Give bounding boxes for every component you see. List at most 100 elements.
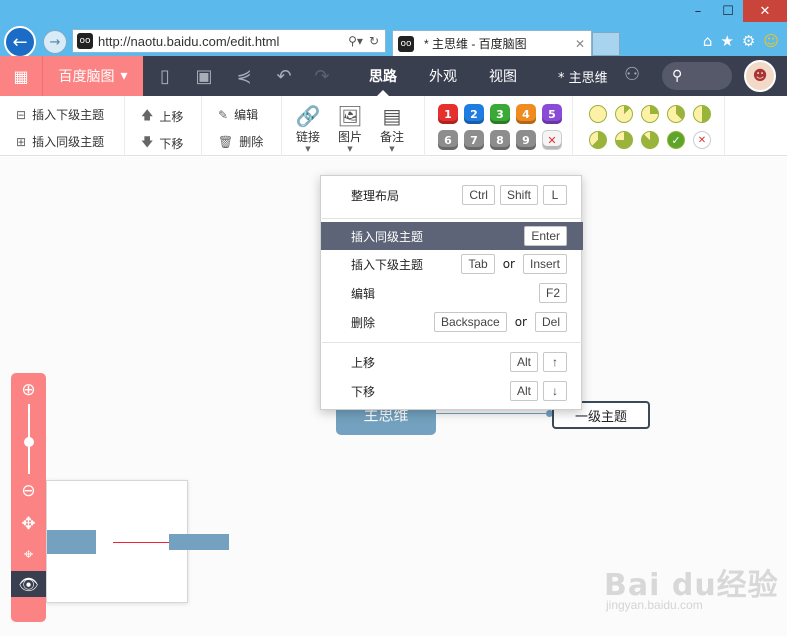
note-button[interactable]: ▤ 备注 ▼ [374,104,410,153]
eye-icon[interactable]: 👁 [11,571,46,597]
brand-menu[interactable]: 百度脑图 ▾ [42,56,143,96]
priority-9-button[interactable]: 9 [516,130,536,150]
gear-icon[interactable]: ⚙ [742,32,755,50]
watermark-site: jingyan.baidu.com [606,598,703,612]
smiley-icon[interactable]: ☺ [763,32,779,50]
link-button[interactable]: 🔗 链接 ▼ [290,104,326,153]
zoom-slider-handle[interactable] [24,437,34,447]
grid-icon: ▦ [13,66,29,86]
progress-2-icon[interactable] [641,105,659,123]
check-icon[interactable]: ✓ [667,131,685,149]
priority-4-button[interactable]: 4 [516,104,536,124]
progress-4-icon[interactable] [693,105,711,123]
menu-item-delete[interactable]: 删除 Backspace or Del [321,308,583,336]
browser-toolbar: ⌂ ★ ⚙ ☺ [703,32,779,50]
tab-close-icon[interactable]: ✕ [575,37,591,51]
browser-tab[interactable]: oo * 主思维 - 百度脑图 ✕ [392,30,592,56]
user-share-icon[interactable]: ⚇ [624,64,640,85]
url-text[interactable]: http://naotu.baidu.com/edit.html [98,34,348,49]
tab-title: * 主思维 - 百度脑图 [424,37,527,51]
progress-3-icon[interactable] [667,105,685,123]
star-icon[interactable]: ★ [720,32,733,50]
app-menu-button[interactable]: ▦ [0,56,42,96]
insert-child-button[interactable]: ⊟ 插入下级主题 [16,106,104,123]
priority-6-button[interactable]: 6 [438,130,458,150]
progress-1-icon[interactable] [615,105,633,123]
zoom-in-icon[interactable]: ⊕ [11,378,46,402]
shortcut-key: ↓ [543,381,567,401]
shortcut-key: Alt [509,381,538,401]
insert-sibling-icon: ⊞ [16,134,27,149]
arrow-right-icon: → [49,34,61,50]
priority-1-button[interactable]: 1 [438,104,458,124]
remove-progress-icon[interactable]: ✕ [693,131,711,149]
pencil-icon: ✎ [218,107,229,122]
insert-child-icon: ⊟ [16,107,27,122]
progress-7-icon[interactable] [641,131,659,149]
window-titlebar: – ☐ ✕ [0,0,787,24]
image-button[interactable]: 🖼 图片 ▼ [332,104,368,153]
progress-5-icon[interactable] [589,131,607,149]
maximize-button[interactable]: ☐ [713,0,743,22]
forward-button[interactable]: → [43,30,67,54]
refresh-icon[interactable]: ↻ [369,34,379,48]
priority-8-button[interactable]: 8 [490,130,510,150]
new-tab-button[interactable] [592,32,620,56]
delete-label: 删除 [239,135,264,149]
shortcut-or-text: or [502,257,515,271]
menu-item-insert-sibling[interactable]: 插入同级主题 Enter [321,222,583,250]
shortcut-key: Alt [509,352,538,372]
menu-item-arrange[interactable]: 整理布局 Ctrl Shift L [321,181,583,209]
site-favicon-icon: oo [77,33,93,49]
redo-icon[interactable]: ↷ [310,64,334,88]
navigator-panel[interactable] [46,480,213,603]
insert-sibling-button[interactable]: ⊞ 插入同级主题 [16,133,104,150]
priority-5-button[interactable]: 5 [542,104,562,124]
priority-3-button[interactable]: 3 [490,104,510,124]
zoom-out-icon[interactable]: ⊖ [11,479,46,503]
delete-button[interactable]: 🗑 删除 [218,133,263,150]
move-icon[interactable]: ✥ [11,512,46,536]
back-button[interactable]: ← [4,26,36,58]
home-icon[interactable]: ⌂ [703,32,713,50]
menu-item-move-down[interactable]: 下移 Alt ↓ [321,377,583,405]
link-icon: 🔗 [295,104,321,128]
new-file-icon[interactable]: ▯ [153,64,177,88]
menu-item-move-up[interactable]: 上移 Alt ↑ [321,348,583,376]
search-dropdown-icon[interactable]: ⚲▾ [348,34,363,48]
progress-0-icon[interactable] [589,105,607,123]
link-label: 链接 [295,130,320,144]
note-label: 备注 [379,130,404,144]
share-nodes-icon[interactable]: ⋞ [232,64,256,88]
insert-child-label: 插入下级主题 [32,108,105,122]
menu-item-label: 编辑 [351,286,376,301]
remove-priority-button[interactable]: ✕ [542,130,562,150]
menu-item-edit[interactable]: 编辑 F2 [321,279,583,307]
caret-down-icon: ▼ [305,145,311,153]
priority-7-button[interactable]: 7 [464,130,484,150]
edit-button[interactable]: ✎ 编辑 [218,106,258,123]
tab-view[interactable]: 视图 [475,56,531,96]
menu-item-insert-child[interactable]: 插入下级主题 Tab or Insert [321,250,583,278]
attach-group: 🔗 链接 ▼ 🖼 图片 ▼ ▤ 备注 ▼ [282,96,425,156]
search-input[interactable]: ⚲ [662,62,732,90]
undo-icon[interactable]: ↶ [272,64,296,88]
progress-group: ✓ ✕ [573,96,725,156]
close-button[interactable]: ✕ [743,0,787,22]
document-name[interactable]: * 主思维 [558,56,608,96]
menu-item-label: 插入同级主题 [351,229,424,244]
note-icon: ▤ [382,104,402,128]
move-up-button[interactable]: 🡅 上移 [141,106,183,127]
progress-6-icon[interactable] [615,131,633,149]
shortcut-key: Shift [499,185,538,205]
minimize-button[interactable]: – [683,0,713,22]
save-icon[interactable]: ▣ [192,64,216,88]
trash-icon: 🗑 [218,134,234,149]
locate-icon[interactable]: ⌖ [11,543,46,567]
tab-appearance[interactable]: 外观 [415,56,471,96]
priority-2-button[interactable]: 2 [464,104,484,124]
address-bar[interactable]: oo http://naotu.baidu.com/edit.html ⚲▾ ↻ [72,29,386,53]
move-down-button[interactable]: 🡇 下移 [141,133,183,154]
avatar[interactable]: ☻ [744,60,776,92]
tab-mind[interactable]: 思路 [355,56,411,96]
